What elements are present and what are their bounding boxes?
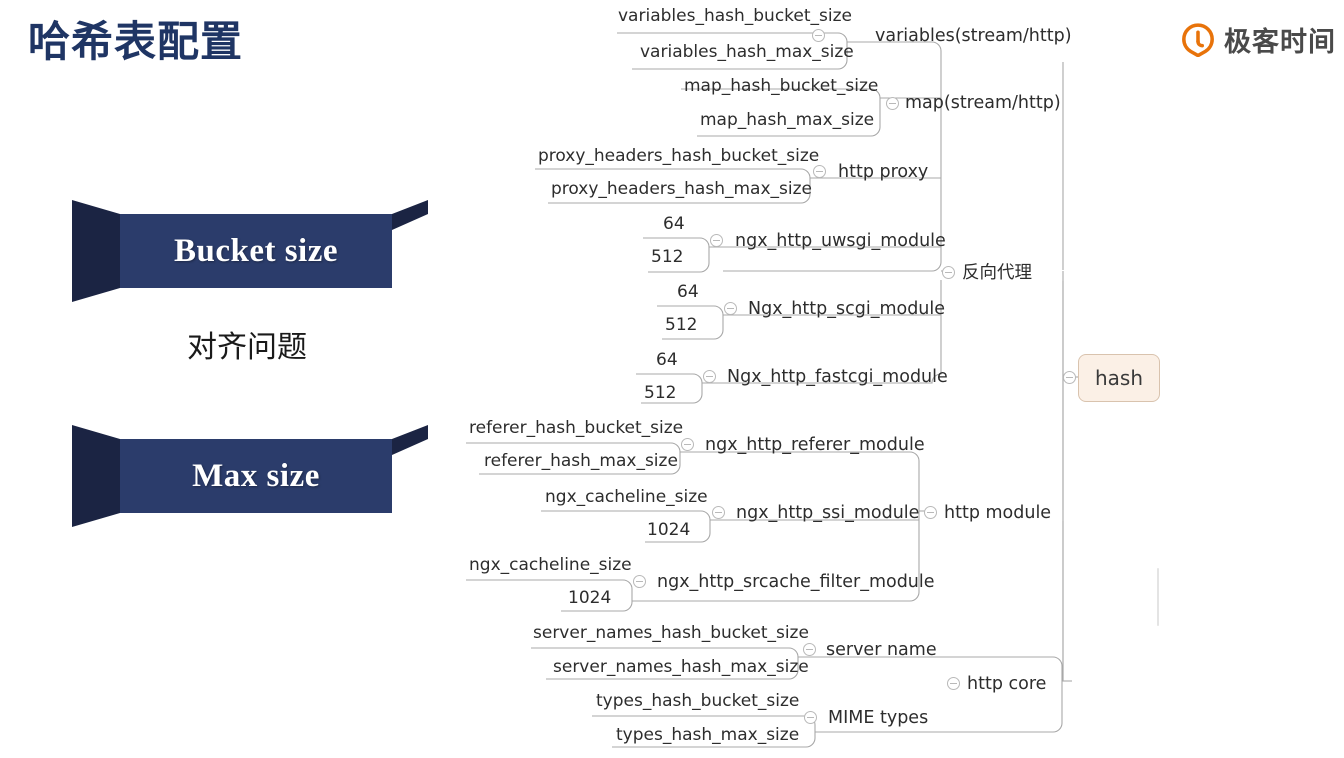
slide-canvas: 哈希表配置 Bucket size 对齐问题 Max size 极客时间 var…: [0, 0, 1344, 758]
scroll-indicator[interactable]: [1157, 568, 1159, 626]
leaf-label: map_hash_max_size: [700, 110, 875, 130]
branch-label: ngx_http_ssi_module: [736, 503, 920, 523]
leaf-label: 64: [663, 214, 685, 234]
branch-label: ngx_http_srcache_filter_module: [657, 572, 935, 592]
leaf-label: 1024: [568, 588, 612, 608]
leaf-label: types_hash_bucket_size: [596, 691, 800, 711]
leaf-label: referer_hash_bucket_size: [469, 418, 684, 438]
collapse-toggle-icon[interactable]: [812, 29, 825, 42]
collapse-toggle-icon[interactable]: [942, 266, 955, 279]
leaf-label: variables_hash_max_size: [640, 42, 854, 62]
collapse-toggle-icon[interactable]: [947, 677, 960, 690]
leaf-label: 64: [656, 350, 678, 370]
collapse-toggle-icon[interactable]: [681, 438, 694, 451]
branch-label: variables(stream/http): [875, 26, 1072, 46]
collapse-toggle-icon[interactable]: [924, 506, 937, 519]
collapse-toggle-icon[interactable]: [633, 575, 646, 588]
root-node-hash[interactable]: hash: [1078, 354, 1160, 402]
leaf-label: proxy_headers_hash_bucket_size: [538, 146, 820, 166]
collapse-toggle-icon[interactable]: [724, 302, 737, 315]
category-label-http-core: http core: [967, 674, 1047, 694]
leaf-label: 64: [677, 282, 699, 302]
leaf-label: 512: [665, 315, 698, 335]
collapse-toggle-icon[interactable]: [703, 370, 716, 383]
branch-label: ngx_http_referer_module: [705, 435, 925, 455]
collapse-toggle-icon[interactable]: [710, 234, 723, 247]
branch-label: ngx_http_uwsgi_module: [735, 231, 946, 251]
collapse-toggle-icon[interactable]: [813, 165, 826, 178]
branch-label: server name: [826, 640, 937, 660]
branch-label: map(stream/http): [905, 93, 1061, 113]
collapse-toggle-icon[interactable]: [712, 506, 725, 519]
category-label-http-module: http module: [944, 503, 1052, 523]
leaf-label: 512: [644, 383, 677, 403]
leaf-label: ngx_cacheline_size: [469, 555, 632, 575]
branch-label: Ngx_http_fastcgi_module: [727, 367, 948, 387]
collapse-toggle-icon[interactable]: [803, 643, 816, 656]
leaf-label: 1024: [647, 520, 691, 540]
leaf-label: variables_hash_bucket_size: [618, 6, 852, 26]
branch-label: MIME types: [828, 708, 929, 728]
leaf-label: types_hash_max_size: [616, 725, 800, 745]
branch-label: http proxy: [838, 162, 929, 182]
leaf-label: proxy_headers_hash_max_size: [551, 179, 812, 199]
leaf-label: server_names_hash_max_size: [553, 657, 809, 677]
leaf-label: map_hash_bucket_size: [684, 76, 879, 96]
collapse-toggle-icon[interactable]: [1063, 371, 1076, 384]
mindmap: variables_hash_bucket_size variables_has…: [0, 0, 1344, 758]
collapse-toggle-icon[interactable]: [886, 97, 899, 110]
leaf-label: server_names_hash_bucket_size: [533, 623, 809, 643]
collapse-toggle-icon[interactable]: [804, 711, 817, 724]
leaf-label: referer_hash_max_size: [484, 451, 678, 471]
leaf-label: ngx_cacheline_size: [545, 487, 708, 507]
category-label-reverse-proxy: 反向代理: [962, 263, 1032, 283]
branch-label: Ngx_http_scgi_module: [748, 299, 946, 319]
leaf-label: 512: [651, 247, 684, 267]
